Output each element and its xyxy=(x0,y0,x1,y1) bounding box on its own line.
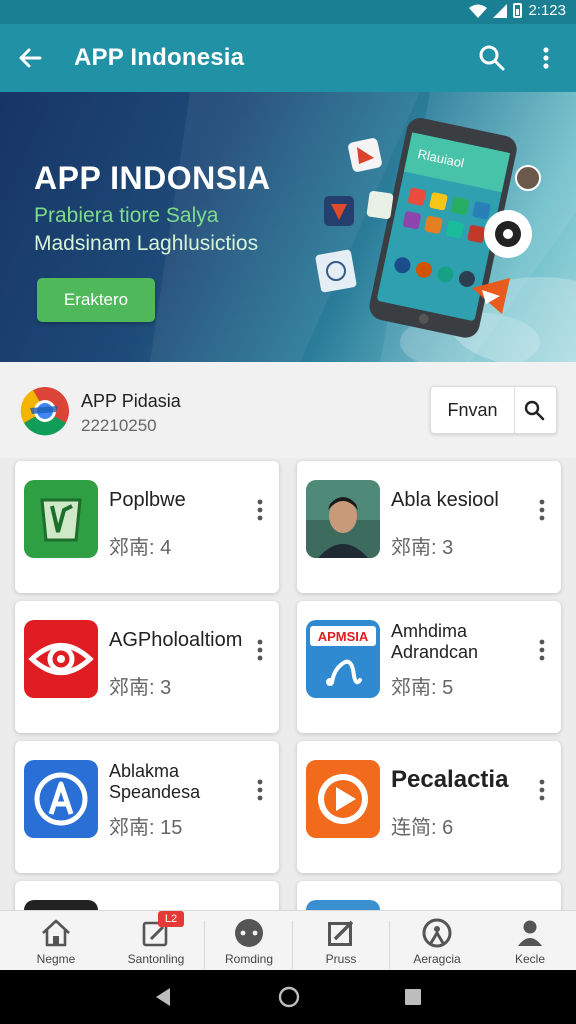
nav-label: Negme xyxy=(36,952,76,966)
account-action-button[interactable]: Fnvan xyxy=(431,387,514,433)
more-vert-icon[interactable] xyxy=(535,637,549,663)
banner-cta-button[interactable]: Eraktero xyxy=(37,278,155,322)
status-icons: 2:123 xyxy=(469,2,566,19)
icon-label: APMSIA xyxy=(318,629,369,644)
home-icon xyxy=(42,919,70,947)
chrome-logo-icon xyxy=(20,387,69,436)
nav-item-home[interactable]: Negme xyxy=(8,911,104,971)
music-note-icon: APMSIA xyxy=(306,620,380,698)
app-title: Pecalactia xyxy=(391,766,509,793)
nav-item-kecle[interactable]: Kecle xyxy=(484,911,576,971)
app-title: Poplbwe xyxy=(109,489,186,511)
explore-icon xyxy=(422,918,452,948)
app-card[interactable]: APMSIA Amhdima Adrandcan 郊南: 5 xyxy=(297,601,561,733)
app-meta: 郊南: 5 xyxy=(391,677,454,699)
divider xyxy=(514,387,515,433)
app-title: APP Indonesia xyxy=(74,44,245,71)
more-vert-icon[interactable] xyxy=(253,777,267,803)
nav-item-santonling[interactable]: Santonling xyxy=(108,911,204,971)
blue-a-icon xyxy=(24,760,98,838)
banner-subtitle-1: Prabiera tiore Salya xyxy=(34,204,219,227)
app-title: Abla kesiool xyxy=(391,489,499,511)
person-photo-icon xyxy=(306,480,380,558)
nav-label: Romding xyxy=(224,952,274,966)
system-navigation-bar xyxy=(0,970,576,1024)
orange-play-icon xyxy=(306,760,380,838)
compose-icon xyxy=(328,920,354,946)
more-vert-icon[interactable] xyxy=(534,44,558,72)
promo-banner[interactable]: APP INDONSIA Prabiera tiore Salya Madsin… xyxy=(0,92,576,362)
person-icon xyxy=(518,920,542,946)
back-arrow-icon[interactable] xyxy=(16,44,44,72)
status-time: 2:123 xyxy=(528,2,566,19)
red-eye-icon xyxy=(24,620,98,698)
bottom-navigation: Negme Santonling L2 Romding Pruss Aeragc… xyxy=(0,910,576,970)
status-bar: 2:123 xyxy=(0,0,576,24)
more-vert-icon[interactable] xyxy=(253,637,267,663)
app-card[interactable]: Ablakma Speandesa 郊南: 15 xyxy=(15,741,279,873)
nav-label: Pruss xyxy=(325,952,357,966)
account-name: APP Pidasia xyxy=(81,391,181,411)
nav-label: Santonling xyxy=(127,952,185,966)
app-meta: 连简: 6 xyxy=(391,817,454,839)
more-vert-icon[interactable] xyxy=(535,497,549,523)
search-icon[interactable] xyxy=(478,44,506,72)
signal-icon xyxy=(493,3,508,18)
green-shield-icon xyxy=(24,480,98,558)
banner-phone-illustration: Rlauiaol xyxy=(315,118,541,338)
chat-icon xyxy=(235,919,263,947)
app-card[interactable]: Poplbwe 郊南: 4 xyxy=(15,461,279,593)
wifi-icon xyxy=(469,4,488,18)
nav-item-aeragcia[interactable]: Aeragcia xyxy=(390,911,484,971)
account-number: 22210250 xyxy=(81,416,157,435)
account-action-group: Fnvan xyxy=(430,386,557,434)
app-meta: 郊南: 3 xyxy=(109,677,172,699)
nav-item-romding[interactable]: Romding xyxy=(205,911,293,971)
home-circle-icon[interactable] xyxy=(277,985,301,1009)
app-card[interactable]: AGPholoaltiom 郊南: 3 xyxy=(15,601,279,733)
app-title: AGPholoaltiom xyxy=(109,629,243,651)
nav-label: Aeragcia xyxy=(413,952,461,966)
notification-badge: L2 xyxy=(158,911,184,927)
battery-icon xyxy=(513,3,523,18)
search-icon[interactable] xyxy=(523,399,545,421)
nav-label: Kecle xyxy=(514,952,546,966)
more-vert-icon[interactable] xyxy=(253,497,267,523)
recents-square-icon[interactable] xyxy=(401,985,425,1009)
app-meta: 郊南: 4 xyxy=(109,537,172,559)
banner-headline: APP INDONSIA xyxy=(34,160,271,196)
nav-item-pruss[interactable]: Pruss xyxy=(293,911,389,971)
app-title: Ablakma Speandesa xyxy=(109,761,201,802)
more-vert-icon[interactable] xyxy=(535,777,549,803)
app-meta: 郊南: 15 xyxy=(109,817,183,839)
account-header: APP Pidasia 22210250 Fnvan xyxy=(0,362,576,458)
app-title: Amhdima Adrandcan xyxy=(391,621,479,662)
app-bar: APP Indonesia xyxy=(0,24,576,92)
app-card[interactable]: Abla kesiool 郊南: 3 xyxy=(297,461,561,593)
app-card[interactable]: Pecalactia 连简: 6 xyxy=(297,741,561,873)
banner-subtitle-2: Madsinam Laghlusictios xyxy=(34,232,259,255)
app-meta: 郊南: 3 xyxy=(391,537,454,559)
back-triangle-icon[interactable] xyxy=(152,985,176,1009)
